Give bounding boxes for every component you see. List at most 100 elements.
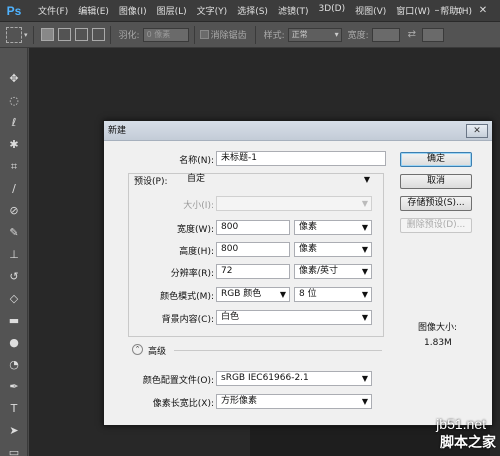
history-brush-icon[interactable]: ↺ bbox=[7, 270, 21, 284]
menu-item[interactable]: 选择(S) bbox=[232, 4, 273, 17]
height-label: 高度(H): bbox=[179, 247, 214, 257]
advanced-toggle-icon[interactable]: ⌃ bbox=[132, 344, 143, 355]
width-unit-value: 像素 bbox=[299, 222, 318, 232]
menu-item[interactable]: 编辑(E) bbox=[73, 4, 114, 17]
resolution-input[interactable]: 72 bbox=[216, 264, 290, 279]
chevron-down-icon: ▼ bbox=[361, 245, 368, 254]
intersect-selection-icon[interactable] bbox=[91, 28, 105, 41]
menu-item[interactable]: 窗口(W) bbox=[391, 4, 435, 17]
size-select[interactable]: ▼ bbox=[216, 196, 372, 211]
menu-items: 文件(F) 编辑(E) 图像(I) 图层(L) 文字(Y) 选择(S) 滤镜(T) 3D(D)… bbox=[33, 4, 477, 17]
new-selection-icon[interactable] bbox=[40, 28, 54, 41]
pixel-aspect-label: 像素长宽比(X): bbox=[152, 399, 214, 409]
toolbox: ✥ ◌ ℓ ✱ ⌗ ∕ ⊘ ✎ ⊥ ↺ ◇ ▬ ● ◔ ✒ T ➤ ▭ bbox=[0, 48, 28, 456]
menu-item[interactable]: 滤镜(T) bbox=[273, 4, 314, 17]
resolution-label: 分辨率(R): bbox=[170, 269, 214, 279]
color-mode-label: 颜色模式(M): bbox=[160, 292, 214, 302]
move-tool-icon[interactable]: ✥ bbox=[7, 72, 21, 86]
dodge-tool-icon[interactable]: ◔ bbox=[7, 358, 21, 372]
minimize-icon[interactable]: – bbox=[430, 4, 444, 18]
blur-tool-icon[interactable]: ● bbox=[7, 336, 21, 350]
path-selection-icon[interactable]: ➤ bbox=[7, 424, 21, 438]
watermark: jb51.net 脚本之家 bbox=[410, 416, 500, 456]
chevron-down-icon: ▼ bbox=[361, 290, 368, 299]
eyedropper-icon[interactable]: ∕ bbox=[7, 182, 21, 196]
watermark-name: 脚本之家 bbox=[440, 435, 496, 451]
resolution-unit-value: 像素/英寸 bbox=[299, 266, 339, 276]
chevron-down-icon: ▼ bbox=[279, 290, 286, 299]
preset-value: 自定 bbox=[187, 174, 206, 184]
menu-bar: Ps 文件(F) 编辑(E) 图像(I) 图层(L) 文字(Y) 选择(S) 滤镜(T) 3D… bbox=[0, 0, 500, 22]
type-tool-icon[interactable]: T bbox=[7, 402, 21, 416]
delete-preset-button[interactable]: 删除预设(D)... bbox=[400, 218, 472, 233]
save-preset-button[interactable]: 存储预设(S)... bbox=[400, 196, 472, 211]
bit-depth-value: 8 位 bbox=[299, 289, 317, 299]
color-mode-select[interactable]: RGB 颜色 ▼ bbox=[216, 287, 290, 302]
color-profile-select[interactable]: sRGB IEC61966-2.1 ▼ bbox=[216, 371, 372, 386]
image-size-label: 图像大小: bbox=[418, 323, 458, 333]
width-unit-select[interactable]: 像素 ▼ bbox=[294, 220, 372, 235]
height-unit-select[interactable]: 像素 ▼ bbox=[294, 242, 372, 257]
pixel-aspect-select[interactable]: 方形像素 ▼ bbox=[216, 394, 372, 409]
chevron-down-icon: ▼ bbox=[361, 223, 368, 232]
width-input[interactable]: 800 bbox=[216, 220, 290, 235]
height-input[interactable] bbox=[422, 27, 445, 42]
crop-tool-icon[interactable]: ⌗ bbox=[7, 160, 21, 174]
swap-icon[interactable]: ⇄ bbox=[408, 29, 416, 40]
image-size-value: 1.83M bbox=[424, 338, 452, 348]
close-window-icon[interactable]: ✕ bbox=[476, 4, 490, 18]
feather-input[interactable]: 0 像素 bbox=[142, 27, 189, 42]
separator bbox=[193, 25, 195, 44]
options-bar: ▾ 羽化: 0 像素 消除锯齿 样式: 正常 ▾ 宽度: ⇄ bbox=[0, 22, 500, 48]
background-value: 白色 bbox=[221, 312, 240, 322]
lasso-tool-icon[interactable]: ℓ bbox=[7, 116, 21, 130]
bit-depth-select[interactable]: 8 位 ▼ bbox=[294, 287, 372, 302]
shape-tool-icon[interactable]: ▭ bbox=[7, 446, 21, 456]
maximize-icon[interactable]: ▫ bbox=[452, 4, 466, 18]
pen-tool-icon[interactable]: ✒ bbox=[7, 380, 21, 394]
ok-button[interactable]: 确定 bbox=[400, 152, 472, 167]
menu-item[interactable]: 3D(D) bbox=[313, 4, 350, 17]
background-select[interactable]: 白色 ▼ bbox=[216, 310, 372, 325]
background-label: 背景内容(C): bbox=[161, 315, 214, 325]
menu-item[interactable]: 文字(Y) bbox=[192, 4, 233, 17]
chevron-down-icon: ▼ bbox=[363, 175, 370, 184]
eraser-tool-icon[interactable]: ◇ bbox=[7, 292, 21, 306]
separator bbox=[32, 25, 34, 44]
name-input[interactable]: 未标题-1 bbox=[216, 151, 386, 166]
style-label: 样式: bbox=[263, 31, 285, 41]
advanced-label: 高级 bbox=[148, 347, 167, 357]
add-selection-icon[interactable] bbox=[57, 28, 71, 41]
brush-tool-icon[interactable]: ✎ bbox=[7, 226, 21, 240]
chevron-down-icon: ▾ bbox=[334, 29, 339, 39]
style-select[interactable]: 正常 ▾ bbox=[287, 27, 342, 42]
marquee-tool-icon[interactable] bbox=[6, 26, 22, 43]
preset-select[interactable]: 自定 ▼ bbox=[182, 172, 374, 187]
menu-item[interactable]: 图层(L) bbox=[152, 4, 192, 17]
height-input[interactable]: 800 bbox=[216, 242, 290, 257]
preset-label: 预设(P): bbox=[132, 174, 176, 187]
menu-item[interactable]: 图像(I) bbox=[114, 4, 152, 17]
cancel-button[interactable]: 取消 bbox=[400, 174, 472, 189]
stamp-tool-icon[interactable]: ⊥ bbox=[7, 248, 21, 262]
menu-item[interactable]: 文件(F) bbox=[33, 4, 73, 17]
resolution-unit-select[interactable]: 像素/英寸 ▼ bbox=[294, 264, 372, 279]
pixel-aspect-value: 方形像素 bbox=[221, 396, 258, 406]
width-input[interactable] bbox=[371, 27, 400, 42]
photoshop-logo: Ps bbox=[6, 3, 22, 18]
gradient-tool-icon[interactable]: ▬ bbox=[7, 314, 21, 328]
tool-preset-dropdown-icon[interactable]: ▾ bbox=[24, 31, 28, 39]
antialias-label: 消除锯齿 bbox=[210, 31, 247, 41]
width-label: 宽度(W): bbox=[177, 225, 214, 235]
watermark-url: jb51.net bbox=[436, 416, 486, 432]
separator bbox=[254, 25, 256, 44]
marquee-tool-icon[interactable]: ◌ bbox=[7, 94, 21, 108]
separator bbox=[109, 25, 111, 44]
close-icon[interactable]: ✕ bbox=[466, 124, 488, 138]
healing-brush-icon[interactable]: ⊘ bbox=[7, 204, 21, 218]
chevron-down-icon: ▼ bbox=[361, 199, 368, 208]
antialias-checkbox[interactable] bbox=[199, 30, 209, 39]
magic-wand-icon[interactable]: ✱ bbox=[7, 138, 21, 152]
menu-item[interactable]: 视图(V) bbox=[350, 4, 391, 17]
subtract-selection-icon[interactable] bbox=[74, 28, 88, 41]
